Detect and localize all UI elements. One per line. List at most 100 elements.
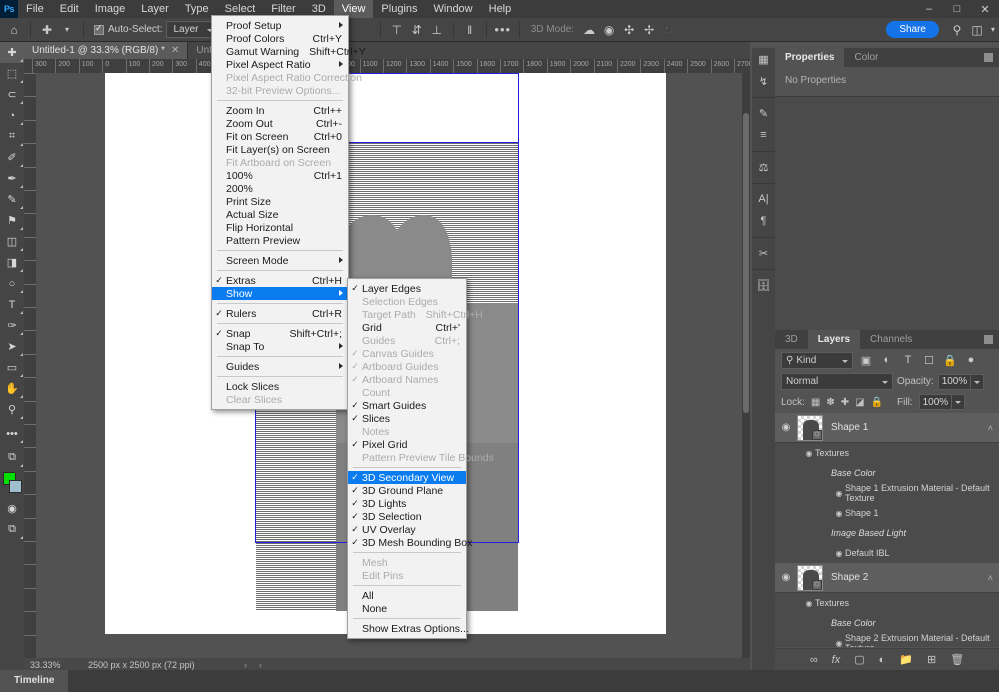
- tab-color[interactable]: Color: [844, 48, 888, 67]
- show-menu-item-3d-selection[interactable]: ✓ 3D Selection: [348, 510, 466, 523]
- move-tool-icon[interactable]: ✚: [0, 42, 24, 63]
- view-menu-item-flip-horizontal[interactable]: Flip Horizontal: [212, 221, 348, 234]
- smart-object-filter-icon[interactable]: 🔒: [942, 352, 958, 368]
- menu-file[interactable]: File: [18, 0, 52, 18]
- view-menu-item-screen-mode[interactable]: Screen Mode: [212, 254, 348, 267]
- layer-row[interactable]: ◉ ⬡ Shape 2 ˄: [775, 563, 999, 593]
- tab-timeline[interactable]: Timeline: [0, 670, 69, 692]
- new-layer-icon[interactable]: ⊞: [927, 653, 936, 666]
- layer-thumbnail[interactable]: ⬡: [797, 564, 823, 591]
- default-colors-icon[interactable]: ⧉: [0, 447, 24, 468]
- layer-sub-item[interactable]: Image Based Light: [775, 523, 999, 543]
- paragraph-panel-icon[interactable]: ¶: [752, 210, 775, 232]
- menu-image[interactable]: Image: [87, 0, 134, 18]
- show-menu-item-3d-lights[interactable]: ✓ 3D Lights: [348, 497, 466, 510]
- eye-icon[interactable]: ◉: [775, 572, 797, 583]
- clone-stamp-tool-icon[interactable]: ⚑: [0, 210, 24, 231]
- path-selection-tool-icon[interactable]: ➤: [0, 336, 24, 357]
- adjustment-filter-icon[interactable]: ◐: [879, 352, 895, 368]
- layer-sub-item[interactable]: ◉ Default IBL: [775, 543, 999, 563]
- view-menu-item-pixel-aspect-ratio[interactable]: Pixel Aspect Ratio: [212, 58, 348, 71]
- show-menu-item-grid[interactable]: Grid Ctrl+': [348, 321, 466, 334]
- tool-preset-chevron-icon[interactable]: ▾: [57, 20, 77, 40]
- library-panel-icon[interactable]: 🗄: [752, 274, 775, 296]
- canvas-vertical-scrollbar[interactable]: [742, 73, 750, 658]
- status-collapse-icon[interactable]: ‹: [253, 660, 268, 670]
- zoom-level[interactable]: 33.33%: [30, 660, 88, 670]
- show-menu-item-uv-overlay[interactable]: ✓ UV Overlay: [348, 523, 466, 536]
- 3d-drag-icon[interactable]: ✣: [619, 20, 639, 40]
- share-button[interactable]: Share: [886, 21, 939, 38]
- type-tool-icon[interactable]: T: [0, 294, 24, 315]
- lock-transparency-icon[interactable]: ▦: [811, 397, 820, 408]
- eye-icon[interactable]: ◉: [833, 487, 845, 499]
- search-icon[interactable]: ⚲: [947, 20, 967, 40]
- tools-panel-icon[interactable]: ✂: [752, 242, 775, 264]
- move-tool-icon[interactable]: ✚: [37, 20, 57, 40]
- eye-icon[interactable]: [819, 467, 831, 479]
- shape-filter-icon[interactable]: ☐: [921, 352, 937, 368]
- layer-sub-item[interactable]: ◉ Shape 1 Extrusion Material - Default Te…: [775, 483, 999, 503]
- show-menu-item-all[interactable]: All: [348, 589, 466, 602]
- eye-icon[interactable]: ◉: [775, 422, 797, 433]
- tab-properties[interactable]: Properties: [775, 48, 845, 67]
- view-menu-dropdown[interactable]: Proof Setup Proof Colors Ctrl+Y Gamut Warni…: [211, 15, 366, 410]
- show-menu-item-3d-secondary-view[interactable]: ✓ 3D Secondary View: [348, 471, 466, 484]
- show-menu-item-show-extras-options[interactable]: Show Extras Options...: [348, 622, 469, 635]
- eye-icon[interactable]: ◉: [803, 597, 815, 609]
- lock-image-icon[interactable]: ✽: [826, 397, 834, 408]
- blur-tool-icon[interactable]: ○: [0, 273, 24, 294]
- scrollbar-thumb[interactable]: [743, 113, 749, 413]
- 3d-roll-icon[interactable]: ◉: [599, 20, 619, 40]
- eyedropper-tool-icon[interactable]: ✐: [0, 147, 24, 168]
- minimize-button[interactable]: –: [915, 0, 943, 18]
- tab-layers[interactable]: Layers: [807, 330, 861, 349]
- show-menu-item-3d-mesh-bounding-box[interactable]: ✓ 3D Mesh Bounding Box: [348, 536, 472, 549]
- maximize-button[interactable]: □: [943, 0, 971, 18]
- pixel-filter-icon[interactable]: ▣: [858, 352, 874, 368]
- eye-icon[interactable]: ◉: [803, 447, 815, 459]
- screen-mode-icon[interactable]: ⧉: [0, 519, 24, 540]
- lasso-tool-icon[interactable]: ⊂: [0, 84, 24, 105]
- adjustments-panel-icon[interactable]: ✎: [752, 102, 775, 124]
- brush-tool-icon[interactable]: ✎: [0, 189, 24, 210]
- workspace-chevron-icon[interactable]: ▾: [987, 20, 999, 40]
- vertical-ruler[interactable]: [24, 73, 36, 658]
- view-menu-item-proof-colors[interactable]: Proof Colors Ctrl+Y: [212, 32, 348, 45]
- chevron-up-icon[interactable]: ˄: [988, 423, 993, 433]
- opacity-chevron-icon[interactable]: [971, 373, 985, 390]
- close-icon[interactable]: ✕: [171, 45, 179, 56]
- tab-3d[interactable]: 3D: [775, 330, 808, 349]
- horizontal-ruler[interactable]: 3002001000100200300400500600700800900100…: [24, 59, 750, 73]
- view-menu-item-actual-size[interactable]: Actual Size: [212, 208, 348, 221]
- layer-sub-item[interactable]: ◉ Textures: [775, 593, 999, 613]
- show-menu-item-smart-guides[interactable]: ✓ Smart Guides: [348, 399, 466, 412]
- layer-style-icon[interactable]: fx: [832, 654, 841, 666]
- view-menu-item-print-size[interactable]: Print Size: [212, 195, 348, 208]
- menu-plugins[interactable]: Plugins: [373, 0, 425, 18]
- view-menu-item-snap[interactable]: ✓ Snap Shift+Ctrl+;: [212, 327, 348, 340]
- view-menu-item-fit-layer-s-on-screen[interactable]: Fit Layer(s) on Screen: [212, 143, 348, 156]
- eraser-tool-icon[interactable]: ◫: [0, 231, 24, 252]
- layer-sub-item[interactable]: Base Color: [775, 613, 999, 633]
- hand-tool-icon[interactable]: ✋: [0, 378, 24, 399]
- distribute-horizontal-icon[interactable]: ‖: [460, 20, 480, 40]
- grid-panel-icon[interactable]: ▦: [752, 48, 775, 70]
- history-panel-icon[interactable]: ↯: [752, 70, 775, 92]
- workspace-icon[interactable]: ◫: [967, 20, 987, 40]
- edit-toolbar-icon[interactable]: •••: [0, 423, 24, 444]
- quick-mask-icon[interactable]: ◉: [0, 498, 24, 519]
- show-submenu[interactable]: ✓ Layer Edges Selection Edges Target Path Sh…: [347, 278, 494, 639]
- gradient-tool-icon[interactable]: ◨: [0, 252, 24, 273]
- spot-healing-brush-tool-icon[interactable]: ✒: [0, 168, 24, 189]
- layer-mask-icon[interactable]: ▢: [854, 653, 864, 666]
- layer-row[interactable]: ◉ ⬡ Shape 1 ˄: [775, 413, 999, 443]
- align-top-edges-icon[interactable]: ⊤: [387, 20, 407, 40]
- eye-icon[interactable]: ◉: [833, 507, 845, 519]
- object-selection-tool-icon[interactable]: ◔: [0, 105, 24, 126]
- 3d-slide-icon[interactable]: ✢: [639, 20, 659, 40]
- layer-sub-item[interactable]: Base Color: [775, 463, 999, 483]
- lock-position-icon[interactable]: ✚: [841, 397, 849, 408]
- color-swatches[interactable]: [0, 470, 24, 498]
- view-menu-item-gamut-warning[interactable]: Gamut Warning Shift+Ctrl+Y: [212, 45, 366, 58]
